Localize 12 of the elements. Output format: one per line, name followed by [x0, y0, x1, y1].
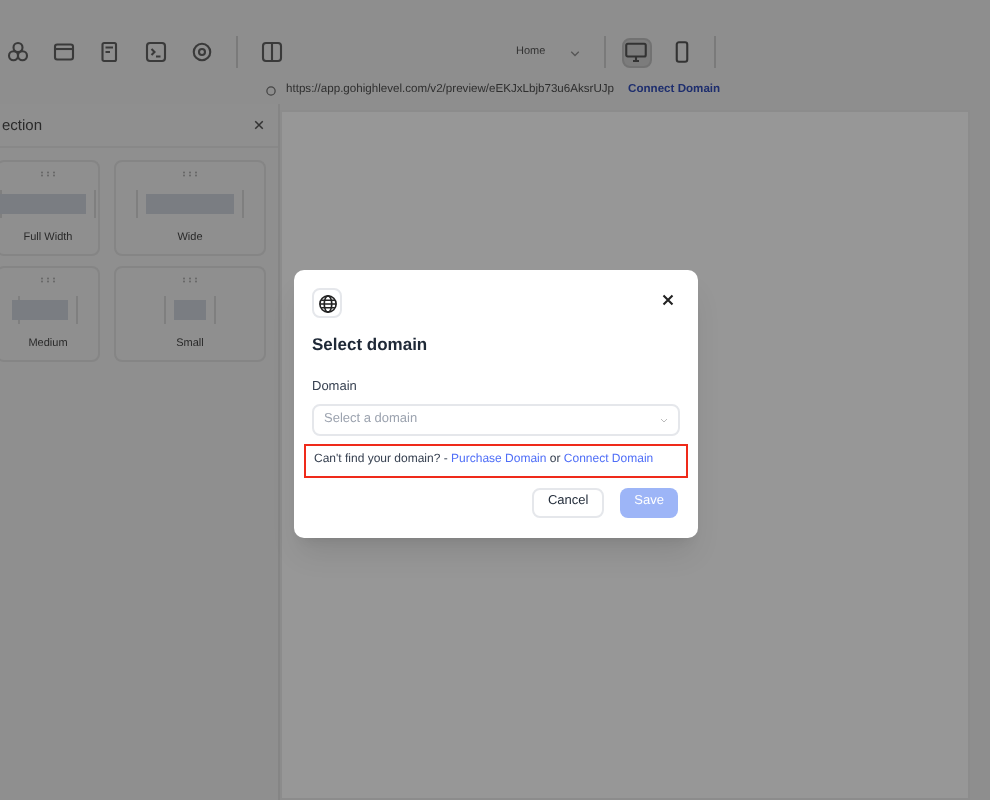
columns-icon[interactable]: [260, 40, 284, 64]
close-icon[interactable]: [254, 120, 264, 130]
monitor-icon: [624, 40, 649, 64]
components-icon[interactable]: [6, 40, 30, 64]
close-button[interactable]: [662, 294, 674, 306]
chevron-down-icon: [569, 47, 580, 57]
code-icon[interactable]: [144, 40, 168, 64]
close-icon: [662, 294, 674, 306]
dialog-title: Select domain: [312, 332, 430, 358]
layout-icon[interactable]: [52, 40, 76, 64]
page-icon[interactable]: [98, 40, 122, 64]
desktop-view-button[interactable]: [621, 37, 652, 67]
